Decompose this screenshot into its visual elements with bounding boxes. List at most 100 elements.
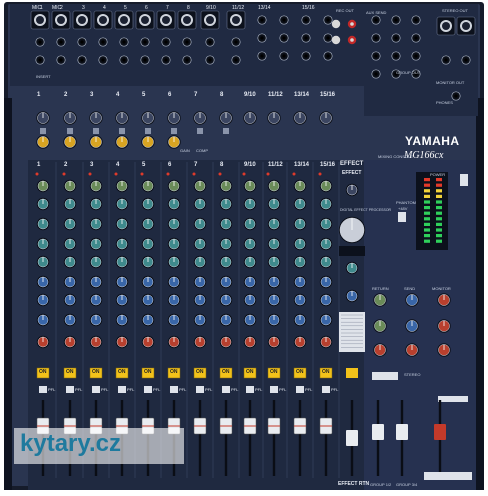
ch12-knob-3[interactable] bbox=[319, 217, 333, 231]
pad-switch-5[interactable] bbox=[145, 128, 151, 134]
stereo-in-l-2[interactable] bbox=[279, 15, 289, 25]
ch6-knob-1[interactable] bbox=[167, 179, 181, 193]
ch9-knob-7[interactable] bbox=[243, 293, 257, 307]
ch10-knob-1[interactable] bbox=[267, 179, 281, 193]
master-fader-knob-1[interactable] bbox=[372, 424, 384, 440]
ch10-knob-2[interactable] bbox=[267, 197, 281, 211]
ch7-knob-7[interactable] bbox=[193, 293, 207, 307]
xlr-input-10[interactable] bbox=[226, 10, 246, 30]
ch2-knob-8[interactable] bbox=[63, 313, 77, 327]
comp-knob-2[interactable] bbox=[63, 135, 77, 149]
gain-knob-9[interactable] bbox=[243, 111, 257, 125]
ch4-knob-6[interactable] bbox=[115, 275, 129, 289]
ch2-knob-1[interactable] bbox=[63, 179, 77, 193]
ch4-knob-7[interactable] bbox=[115, 293, 129, 307]
ch7-knob-6[interactable] bbox=[193, 275, 207, 289]
ch1-knob-4[interactable] bbox=[36, 237, 50, 251]
gain-knob-7[interactable] bbox=[193, 111, 207, 125]
ch3-knob-6[interactable] bbox=[89, 275, 103, 289]
ch11-knob-9[interactable] bbox=[293, 335, 307, 349]
group-jack-3[interactable] bbox=[391, 51, 401, 61]
ch11-knob-1[interactable] bbox=[293, 179, 307, 193]
2tr-in-rca-l[interactable] bbox=[331, 35, 341, 45]
comp-knob-1[interactable] bbox=[36, 135, 50, 149]
gain-knob-5[interactable] bbox=[141, 111, 155, 125]
rec-out-rca-l[interactable] bbox=[331, 19, 341, 29]
xlr-input-5[interactable] bbox=[114, 10, 134, 30]
ch2-knob-9[interactable] bbox=[63, 335, 77, 349]
ch1-knob-9[interactable] bbox=[36, 335, 50, 349]
ch5-knob-6[interactable] bbox=[141, 275, 155, 289]
pfl-button-10[interactable] bbox=[270, 386, 278, 393]
insert-jack-3[interactable] bbox=[77, 55, 87, 65]
insert-jack-9[interactable] bbox=[205, 55, 215, 65]
stereo-in-l-1[interactable] bbox=[257, 15, 267, 25]
ch2-knob-6[interactable] bbox=[63, 275, 77, 289]
ch9-knob-6[interactable] bbox=[243, 275, 257, 289]
xlr-input-7[interactable] bbox=[156, 10, 176, 30]
ch5-knob-5[interactable] bbox=[141, 255, 155, 269]
ch7-knob-3[interactable] bbox=[193, 217, 207, 231]
pad-switch-8[interactable] bbox=[223, 128, 229, 134]
ch2-knob-5[interactable] bbox=[63, 255, 77, 269]
stereo-in-l-4[interactable] bbox=[323, 15, 333, 25]
line-input-6[interactable] bbox=[140, 37, 150, 47]
comp-knob-3[interactable] bbox=[89, 135, 103, 149]
ch9-knob-1[interactable] bbox=[243, 179, 257, 193]
ch3-knob-1[interactable] bbox=[89, 179, 103, 193]
stereo-in-mono-1[interactable] bbox=[257, 51, 267, 61]
insert-jack-10[interactable] bbox=[231, 55, 241, 65]
stereo-in-l-3[interactable] bbox=[301, 15, 311, 25]
monitor-out-l[interactable] bbox=[441, 55, 451, 65]
pfl-button-4[interactable] bbox=[118, 386, 126, 393]
xlr-input-8[interactable] bbox=[177, 10, 197, 30]
ch6-knob-5[interactable] bbox=[167, 255, 181, 269]
ch8-knob-9[interactable] bbox=[219, 335, 233, 349]
monitor-out-r[interactable] bbox=[461, 55, 471, 65]
comp-knob-6[interactable] bbox=[167, 135, 181, 149]
pfl-button-8[interactable] bbox=[222, 386, 230, 393]
ch12-knob-6[interactable] bbox=[319, 275, 333, 289]
ch5-knob-4[interactable] bbox=[141, 237, 155, 251]
master-fader-knob-2[interactable] bbox=[396, 424, 408, 440]
stereo-assign-switch[interactable] bbox=[372, 372, 398, 380]
pad-switch-4[interactable] bbox=[119, 128, 125, 134]
ch5-knob-7[interactable] bbox=[141, 293, 155, 307]
line-input-3[interactable] bbox=[77, 37, 87, 47]
ch8-knob-1[interactable] bbox=[219, 179, 233, 193]
ch8-knob-5[interactable] bbox=[219, 255, 233, 269]
ch4-knob-3[interactable] bbox=[115, 217, 129, 231]
gain-knob-2[interactable] bbox=[63, 111, 77, 125]
ch1-knob-8[interactable] bbox=[36, 313, 50, 327]
ch6-knob-7[interactable] bbox=[167, 293, 181, 307]
ch5-knob-2[interactable] bbox=[141, 197, 155, 211]
stereo-in-r-3[interactable] bbox=[301, 33, 311, 43]
aux-jack-2[interactable] bbox=[371, 33, 381, 43]
ch10-knob-3[interactable] bbox=[267, 217, 281, 231]
ch1-knob-7[interactable] bbox=[36, 293, 50, 307]
stereo-in-r-4[interactable] bbox=[323, 33, 333, 43]
stereo-in-r-2[interactable] bbox=[279, 33, 289, 43]
pfl-button-7[interactable] bbox=[196, 386, 204, 393]
ch7-knob-1[interactable] bbox=[193, 179, 207, 193]
ch3-knob-2[interactable] bbox=[89, 197, 103, 211]
stereo-out-xlr-l[interactable] bbox=[436, 16, 456, 36]
pfl-button-12[interactable] bbox=[322, 386, 330, 393]
line-input-10[interactable] bbox=[231, 37, 241, 47]
ch1-knob-1[interactable] bbox=[36, 179, 50, 193]
ch2-knob-2[interactable] bbox=[63, 197, 77, 211]
line-input-2[interactable] bbox=[56, 37, 66, 47]
xlr-input-6[interactable] bbox=[135, 10, 155, 30]
ch1-knob-3[interactable] bbox=[36, 217, 50, 231]
ch3-knob-7[interactable] bbox=[89, 293, 103, 307]
ch11-knob-7[interactable] bbox=[293, 293, 307, 307]
ch7-knob-5[interactable] bbox=[193, 255, 207, 269]
ch9-knob-9[interactable] bbox=[243, 335, 257, 349]
insert-jack-5[interactable] bbox=[119, 55, 129, 65]
ch8-knob-3[interactable] bbox=[219, 217, 233, 231]
aux-jack-4[interactable] bbox=[371, 69, 381, 79]
ch9-knob-5[interactable] bbox=[243, 255, 257, 269]
insert-jack-2[interactable] bbox=[56, 55, 66, 65]
ch4-knob-8[interactable] bbox=[115, 313, 129, 327]
pfl-button-6[interactable] bbox=[170, 386, 178, 393]
